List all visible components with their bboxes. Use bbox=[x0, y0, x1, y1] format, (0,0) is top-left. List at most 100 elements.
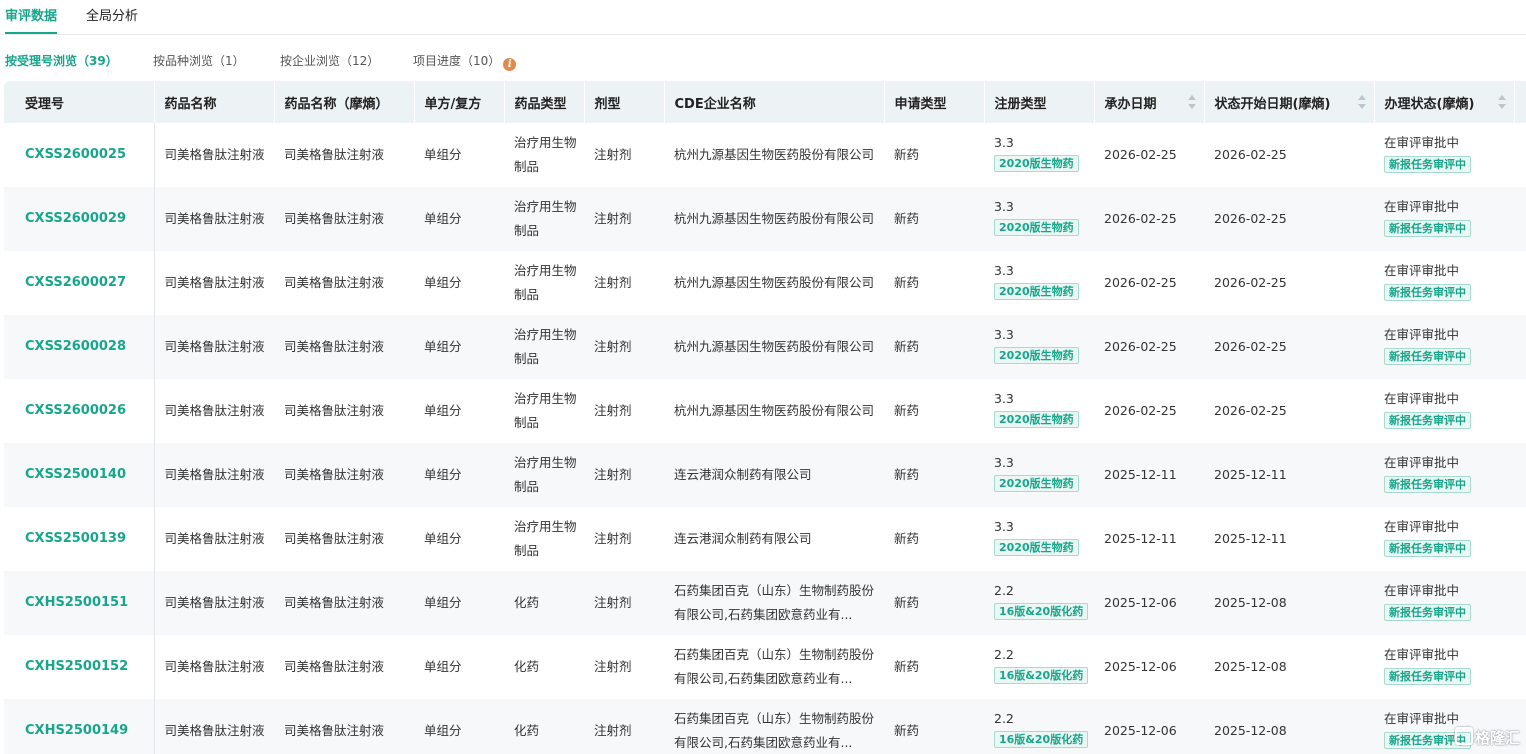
application-type-cell: 新药 bbox=[894, 403, 920, 418]
col-header-handling-status[interactable]: 办理状态(摩熵) bbox=[1374, 81, 1515, 123]
table-row[interactable]: CXSS2500139 司美格鲁肽注射液 司美格鲁肽注射液 单组分 治疗用生物制品 注射剂… bbox=[4, 507, 1526, 571]
dosage-form-cell: 注射剂 bbox=[594, 659, 632, 674]
handling-status-cell: 在审评审批中 新报任务审评中 bbox=[1374, 187, 1514, 251]
single-compound-cell: 单组分 bbox=[424, 403, 462, 418]
drug-type-cell: 治疗用生物制品 bbox=[504, 507, 584, 571]
drug-name-text: 司美格鲁肽注射液 bbox=[164, 339, 265, 354]
overflow-cell bbox=[1514, 571, 1526, 635]
acceptance-number-link[interactable]: CXSS2600025 bbox=[4, 123, 154, 187]
acceptance-number-link[interactable]: CXSS2600026 bbox=[4, 379, 154, 443]
overflow-cell bbox=[1514, 187, 1526, 251]
acceptance-number-link[interactable]: CXSS2600027 bbox=[4, 251, 154, 315]
registration-number: 3.3 bbox=[994, 391, 1014, 406]
col-header-drug-name: 药品名称 bbox=[154, 81, 275, 123]
drug-name-moshang-cell: 司美格鲁肽注射液 bbox=[274, 699, 414, 754]
registration-number: 2.2 bbox=[994, 583, 1014, 598]
table-row[interactable]: CXSS2600025 司美格鲁肽注射液 司美格鲁肽注射液 单组分 治疗用生物制品 注射剂… bbox=[4, 123, 1526, 187]
status-badge: 新报任务审评中 bbox=[1384, 156, 1471, 173]
subtab-by-acceptance-number[interactable]: 按受理号浏览（39） bbox=[5, 52, 118, 70]
application-type-cell: 新药 bbox=[884, 315, 984, 379]
registration-type-cell: 3.3 2020版生物药 bbox=[984, 315, 1094, 379]
dosage-form-cell: 注射剂 bbox=[594, 147, 632, 162]
status-badge: 新报任务审评中 bbox=[1384, 348, 1471, 365]
overflow-cell bbox=[1514, 635, 1526, 699]
col-header-drug-type: 药品类型 bbox=[504, 81, 585, 123]
table-row[interactable]: CXSS2600026 司美格鲁肽注射液 司美格鲁肽注射液 单组分 治疗用生物制品 注射剂… bbox=[4, 379, 1526, 443]
application-type-cell: 新药 bbox=[884, 571, 984, 635]
drug-name-cell: 司美格鲁肽注射液 bbox=[153, 187, 274, 251]
drug-type-text: 治疗用生物制品 bbox=[514, 391, 577, 430]
table-row[interactable]: CXSS2500140 司美格鲁肽注射液 司美格鲁肽注射液 单组分 治疗用生物制品 注射剂… bbox=[4, 443, 1526, 507]
status-badge: 新报任务审评中 bbox=[1384, 412, 1471, 429]
handling-status-cell: 在审评审批中 新报任务审评中 bbox=[1374, 123, 1514, 187]
acceptance-number-link[interactable]: CXHS2500152 bbox=[4, 635, 154, 699]
col-header-status-start-date[interactable]: 状态开始日期(摩熵) bbox=[1204, 81, 1375, 123]
drug-name-cell: 司美格鲁肽注射液 bbox=[153, 315, 274, 379]
overflow-cell bbox=[1514, 507, 1526, 571]
undertake-date-cell: 2026-02-25 bbox=[1094, 187, 1204, 251]
table-row[interactable]: CXSS2600028 司美格鲁肽注射液 司美格鲁肽注射液 单组分 治疗用生物制品 注射剂… bbox=[4, 315, 1526, 379]
acceptance-number-link[interactable]: CXSS2600029 bbox=[4, 187, 154, 251]
registration-tag: 16版&20版化药 bbox=[994, 667, 1089, 684]
company-text: 连云港润众制药有限公司 bbox=[674, 467, 812, 482]
subtab-by-company[interactable]: 按企业浏览（12） bbox=[280, 52, 379, 70]
undertake-date-cell: 2026-02-25 bbox=[1104, 275, 1177, 290]
drug-name-text: 司美格鲁肽注射液 bbox=[164, 211, 265, 226]
table-row[interactable]: CXSS2600029 司美格鲁肽注射液 司美格鲁肽注射液 单组分 治疗用生物制品 注射剂… bbox=[4, 187, 1526, 251]
acceptance-number-link[interactable]: CXHS2500151 bbox=[4, 571, 154, 635]
drug-name-moshang-cell: 司美格鲁肽注射液 bbox=[274, 187, 414, 251]
acceptance-number-link[interactable]: CXSS2500139 bbox=[4, 507, 154, 571]
registration-number: 3.3 bbox=[994, 199, 1014, 214]
handling-status-cell: 在审评审批中 新报任务审评中 bbox=[1374, 443, 1514, 507]
company-text: 连云港润众制药有限公司 bbox=[674, 531, 812, 546]
tab-review-data[interactable]: 审评数据 bbox=[5, 8, 58, 34]
drug-type-cell: 治疗用生物制品 bbox=[504, 443, 584, 507]
drug-name-cell: 司美格鲁肽注射液 bbox=[153, 123, 274, 187]
status-text: 在审评审批中 bbox=[1384, 519, 1460, 534]
info-icon[interactable]: i bbox=[503, 58, 517, 71]
status-text: 在审评审批中 bbox=[1384, 199, 1460, 214]
drug-name-moshang-cell: 司美格鲁肽注射液 bbox=[274, 443, 414, 507]
single-compound-cell: 单组分 bbox=[414, 315, 504, 379]
drug-name-moshang-cell: 司美格鲁肽注射液 bbox=[274, 571, 414, 635]
application-type-cell: 新药 bbox=[884, 699, 984, 754]
dosage-form-cell: 注射剂 bbox=[584, 443, 664, 507]
application-type-cell: 新药 bbox=[884, 187, 984, 251]
subtab-by-variety[interactable]: 按品种浏览（1） bbox=[153, 52, 245, 70]
col-header-application-type: 申请类型 bbox=[884, 81, 985, 123]
subtab-project-progress[interactable]: 项目进度（10） i bbox=[413, 52, 517, 71]
status-start-date-cell: 2026-02-25 bbox=[1214, 403, 1287, 418]
status-badge: 新报任务审评中 bbox=[1384, 284, 1471, 301]
acceptance-number-link[interactable]: CXSS2500140 bbox=[4, 443, 154, 507]
single-compound-cell: 单组分 bbox=[424, 531, 462, 546]
single-compound-cell: 单组分 bbox=[414, 443, 504, 507]
company-text: 杭州九源基因生物医药股份有限公司 bbox=[674, 211, 875, 226]
drug-type-cell: 化药 bbox=[504, 699, 584, 754]
status-start-date-cell: 2025-12-08 bbox=[1204, 571, 1374, 635]
status-badge: 新报任务审评中 bbox=[1384, 668, 1471, 685]
col-header-undertake-date[interactable]: 承办日期 bbox=[1094, 81, 1205, 123]
registration-number: 3.3 bbox=[994, 135, 1014, 150]
drug-name-cell: 司美格鲁肽注射液 bbox=[153, 571, 274, 635]
registration-type-cell: 3.3 2020版生物药 bbox=[984, 443, 1094, 507]
drug-type-text: 治疗用生物制品 bbox=[514, 455, 577, 494]
status-text: 在审评审批中 bbox=[1384, 263, 1460, 278]
sort-icon[interactable] bbox=[1497, 94, 1506, 110]
tab-global-analysis[interactable]: 全局分析 bbox=[86, 8, 138, 26]
undertake-date-cell: 2025-12-11 bbox=[1094, 443, 1204, 507]
table-row[interactable]: CXSS2600027 司美格鲁肽注射液 司美格鲁肽注射液 单组分 治疗用生物制品 注射剂… bbox=[4, 251, 1526, 315]
status-start-date-cell: 2026-02-25 bbox=[1204, 315, 1374, 379]
table-row[interactable]: CXHS2500151 司美格鲁肽注射液 司美格鲁肽注射液 单组分 化药 注射剂 石药集团百… bbox=[4, 571, 1526, 635]
watermark-logo: 格隆汇 bbox=[1454, 727, 1520, 748]
company-text: 石药集团百克（山东）生物制药股份有限公司,石药集团欧意药业有... bbox=[674, 647, 875, 686]
sort-icon[interactable] bbox=[1187, 94, 1196, 110]
company-cell: 石药集团百克（山东）生物制药股份有限公司,石药集团欧意药业有... bbox=[664, 571, 884, 635]
status-text: 在审评审批中 bbox=[1384, 647, 1460, 662]
acceptance-number-link[interactable]: CXSS2600028 bbox=[4, 315, 154, 379]
table-row[interactable]: CXHS2500152 司美格鲁肽注射液 司美格鲁肽注射液 单组分 化药 注射剂 石药集团百… bbox=[4, 635, 1526, 699]
application-type-cell: 新药 bbox=[884, 443, 984, 507]
acceptance-number-link[interactable]: CXHS2500149 bbox=[4, 699, 154, 754]
drug-type-text: 治疗用生物制品 bbox=[514, 135, 577, 174]
sort-icon[interactable] bbox=[1357, 94, 1366, 110]
table-row[interactable]: CXHS2500149 司美格鲁肽注射液 司美格鲁肽注射液 单组分 化药 注射剂 石药集团百… bbox=[4, 699, 1526, 754]
